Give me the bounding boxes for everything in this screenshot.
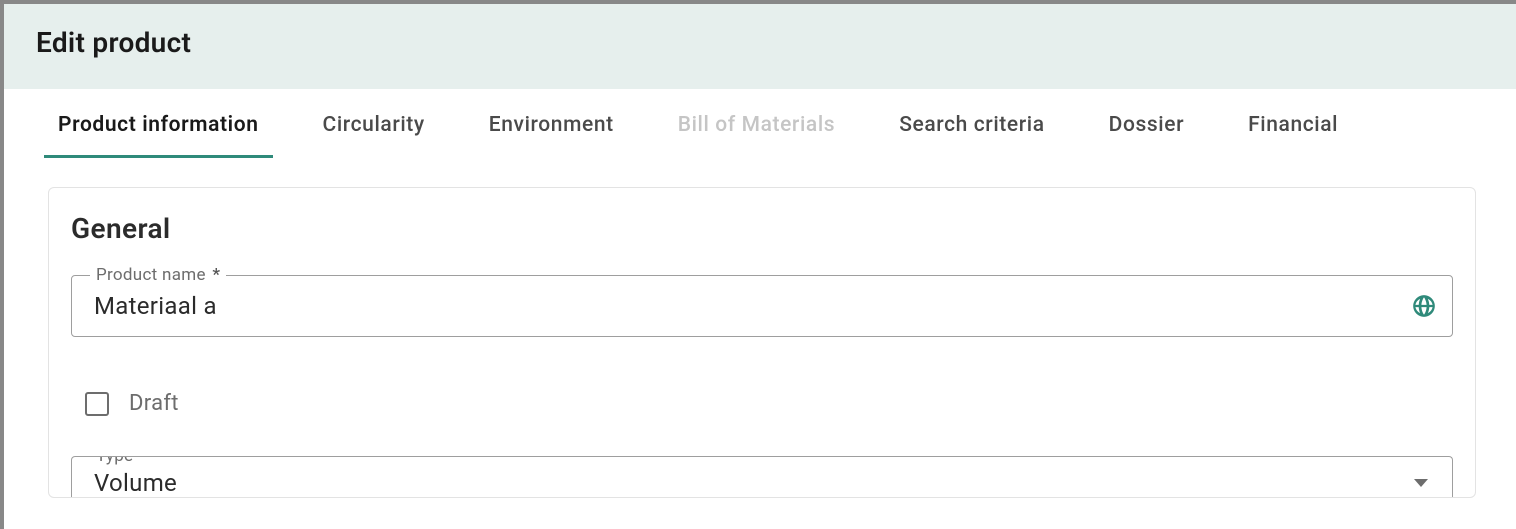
tab-bar: Product information Circularity Environm…	[4, 95, 1516, 159]
page-header: Edit product	[4, 4, 1516, 89]
tab-bill-of-materials: Bill of Materials	[664, 95, 849, 158]
tab-label: Product information	[58, 113, 259, 137]
type-field-wrap: Type * Volume	[71, 456, 1453, 497]
tab-product-information[interactable]: Product information	[44, 95, 273, 158]
globe-icon[interactable]	[1410, 292, 1438, 320]
tab-label: Circularity	[323, 113, 425, 137]
type-value: Volume	[94, 469, 177, 497]
draft-row: Draft	[71, 385, 1453, 456]
tab-circularity[interactable]: Circularity	[309, 95, 439, 158]
label-text: Product name	[96, 265, 206, 285]
required-asterisk: *	[208, 265, 220, 285]
tab-label: Search criteria	[899, 113, 1044, 137]
section-title-general: General	[71, 212, 1453, 245]
tab-label: Bill of Materials	[678, 113, 835, 137]
type-select[interactable]: Volume	[72, 457, 1452, 497]
tab-environment[interactable]: Environment	[475, 95, 628, 158]
chevron-down-icon	[1414, 479, 1428, 487]
type-label: Type *	[90, 456, 154, 466]
product-name-input[interactable]	[72, 276, 1452, 336]
page-title: Edit product	[36, 26, 1484, 59]
product-name-label: Product name *	[90, 265, 226, 285]
tab-search-criteria[interactable]: Search criteria	[885, 95, 1058, 158]
general-panel: General Product name * Draft Type * Volu…	[48, 187, 1476, 498]
tab-label: Dossier	[1109, 113, 1184, 137]
tab-label: Financial	[1248, 113, 1338, 137]
tab-label: Environment	[489, 113, 614, 137]
tab-financial[interactable]: Financial	[1234, 95, 1352, 158]
label-text: Type	[96, 456, 133, 466]
draft-checkbox[interactable]	[85, 392, 109, 416]
required-asterisk: *	[135, 456, 147, 466]
tab-dossier[interactable]: Dossier	[1095, 95, 1198, 158]
draft-label: Draft	[129, 391, 179, 416]
product-name-field-wrap: Product name *	[71, 275, 1453, 337]
